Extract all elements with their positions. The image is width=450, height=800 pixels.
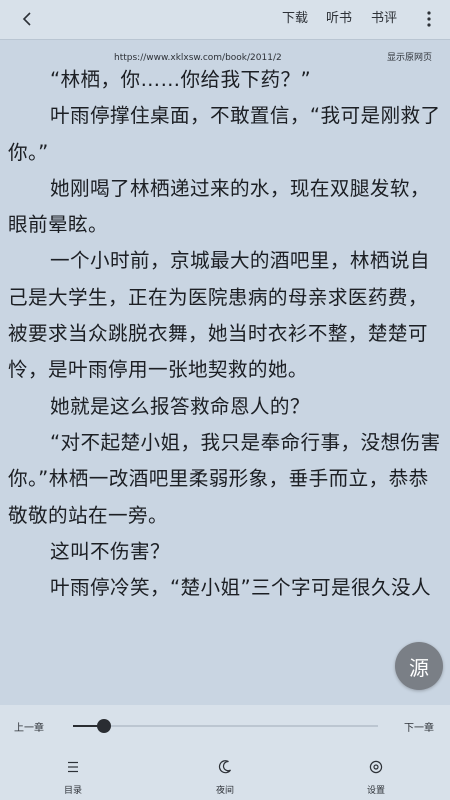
more-menu-button[interactable] (420, 8, 438, 30)
slider-thumb[interactable] (96, 719, 111, 733)
chapter-progress-slider[interactable] (73, 719, 378, 733)
previous-chapter-button[interactable]: 上一章 (14, 719, 44, 734)
paragraph: “对不起楚小姐，我只是奉命行事，没想伤害你。”林栖一改酒吧里柔弱形象，垂手而立，… (8, 430, 441, 527)
list-icon (68, 761, 78, 773)
review-button[interactable]: 书评 (371, 10, 397, 28)
back-arrow-icon (22, 12, 31, 26)
nav-label: 目录 (63, 786, 82, 796)
paragraph: 一个小时前，京城最大的酒吧里，林栖说自己是大学生，正在为医院患病的母亲求医药费，… (8, 249, 430, 382)
chapter-content: “林栖，你……你给我下药？” 叶雨停撑住桌面，不敢置信，“我可是刚救了你。” 她… (8, 62, 442, 702)
reader-control-panel: 上一章 下一章 目录 夜间 设置 (0, 705, 450, 800)
download-button[interactable]: 下载 (282, 10, 308, 28)
moon-icon (218, 760, 231, 774)
paragraph: 这叫不伤害？ (50, 539, 170, 563)
nav-item-settings[interactable]: 设置 (346, 757, 406, 797)
listen-button[interactable]: 听书 (326, 10, 352, 28)
nav-item-night-mode[interactable]: 夜间 (195, 757, 255, 797)
nav-item-contents[interactable]: 目录 (43, 757, 103, 797)
nav-label: 设置 (366, 786, 385, 796)
source-button[interactable]: 源 (395, 642, 443, 690)
nav-label: 夜间 (215, 786, 234, 796)
more-vertical-icon (427, 11, 431, 27)
next-chapter-button[interactable]: 下一章 (404, 719, 434, 734)
top-bar: 下载 听书 书评 (0, 0, 450, 40)
settings-icon (369, 760, 383, 774)
paragraph: 叶雨停撑住桌面，不敢置信，“我可是刚救了你。” (8, 104, 441, 164)
paragraph: 她刚喝了林栖递过来的水，现在双腿发软，眼前晕眩。 (8, 176, 430, 237)
back-button[interactable] (16, 8, 38, 30)
paragraph: 她就是这么报答救命恩人的？ (50, 394, 310, 418)
paragraph: 叶雨停冷笑，“楚小姐”三个字可是很久没人 (50, 576, 431, 600)
paragraph: “林栖，你……你给我下药？” (50, 68, 312, 91)
